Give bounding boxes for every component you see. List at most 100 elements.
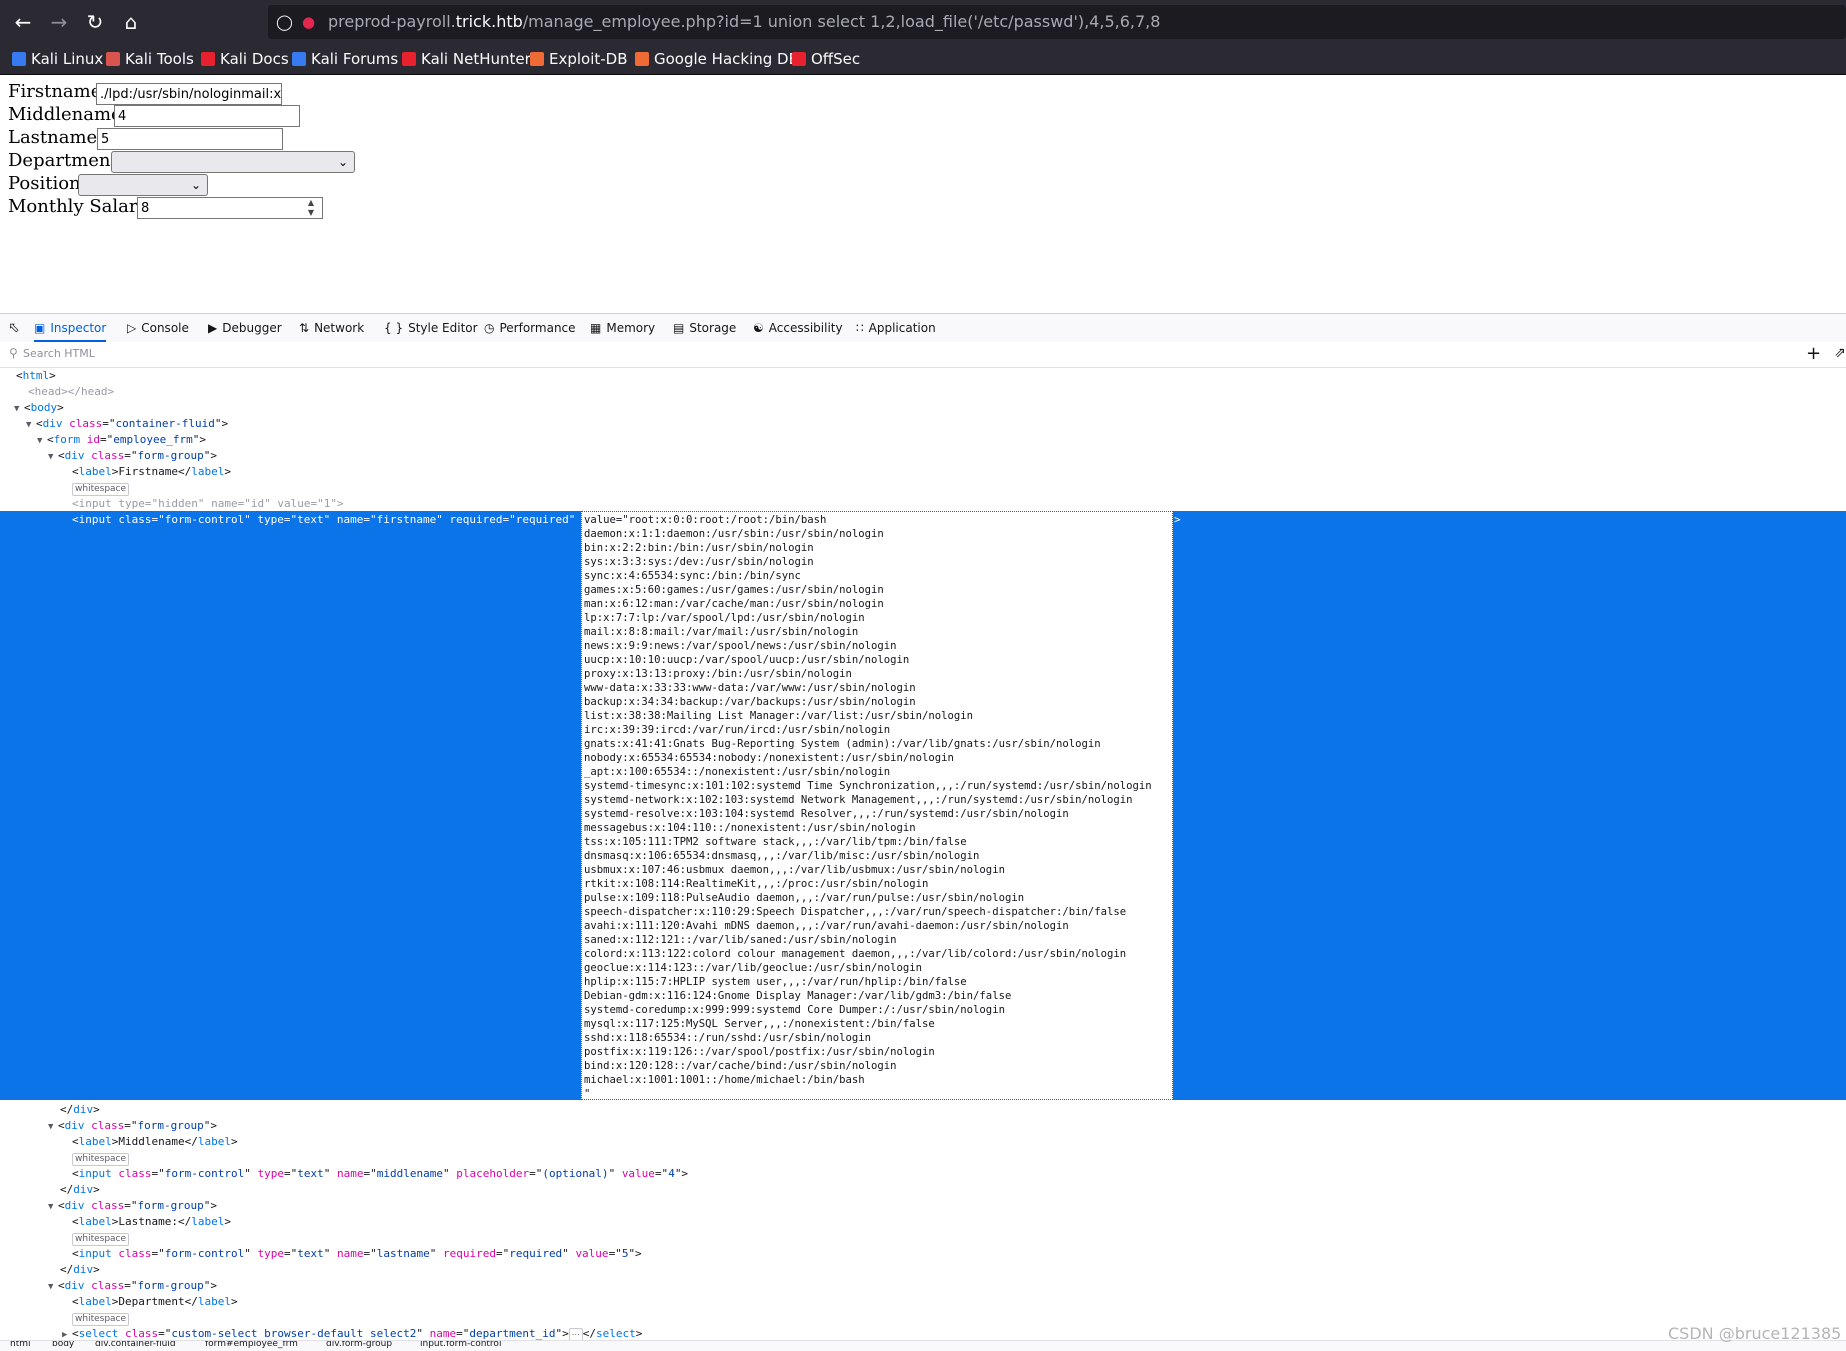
position-select[interactable]: ⌄ xyxy=(78,174,208,196)
url-subdomain: preprod-payroll. xyxy=(328,12,456,31)
back-arrow-icon[interactable]: ← xyxy=(10,10,36,34)
breadcrumb-item[interactable]: input.form-control xyxy=(420,1341,501,1349)
tab-console[interactable]: ▷ Console xyxy=(127,314,189,342)
tree-node-label[interactable]: <label>Middlename</label> xyxy=(72,1134,238,1150)
breadcrumb-item[interactable]: div.container-fluid xyxy=(95,1341,176,1349)
tab-storage[interactable]: ▤ Storage xyxy=(673,314,736,342)
tree-node-body[interactable]: ▼ <body> xyxy=(14,400,64,416)
value-line: list:x:38:38:Mailing List Manager:/var/l… xyxy=(584,710,974,722)
tab-label: Debugger xyxy=(222,321,282,335)
number-spinner-icon[interactable]: ▲ ▼ xyxy=(302,198,320,218)
expand-triangle-icon[interactable]: ▼ xyxy=(26,417,36,433)
tab-style-editor[interactable]: { } Style Editor xyxy=(384,314,478,342)
selected-node-tag: <input class="form-control" type="text" … xyxy=(72,513,576,526)
tree-node-close-div[interactable]: </div> xyxy=(60,1102,100,1118)
tab-network[interactable]: ⇅ Network xyxy=(299,314,364,342)
tree-node-form-group[interactable]: ▼ <div class="form-group"> xyxy=(48,448,217,464)
tree-node-label[interactable]: <label>Firstname</label> xyxy=(72,464,231,480)
expand-triangle-icon[interactable]: ▼ xyxy=(37,433,47,449)
breadcrumb-item[interactable]: body xyxy=(52,1341,74,1349)
eyedropper-icon[interactable]: ⇗ xyxy=(1834,345,1846,361)
breadcrumb-item[interactable]: html xyxy=(10,1341,31,1349)
department-label: Department xyxy=(8,150,118,171)
attribute-value-editor[interactable]: value="root:x:0:0:root:/root:/bin/bash da… xyxy=(581,511,1173,1100)
bookmark-exploit-db[interactable]: Exploit-DB xyxy=(530,48,628,70)
bookmark-label: Kali Linux xyxy=(31,50,104,68)
console-icon: ▷ xyxy=(127,321,137,335)
url-bar[interactable]: ◯ ● preprod-payroll.trick.htb/manage_emp… xyxy=(268,5,1846,39)
tree-node-input[interactable]: <input class="form-control" type="text" … xyxy=(72,1246,642,1262)
tree-node-html[interactable]: <html> xyxy=(16,368,56,384)
tree-node-label[interactable]: <label>Department</label> xyxy=(72,1294,238,1310)
value-line: colord:x:113:122:colord colour managemen… xyxy=(584,948,1127,960)
tree-node-close-div[interactable]: </div> xyxy=(60,1182,100,1198)
breadcrumb-item[interactable]: div.form-group xyxy=(326,1341,392,1349)
tree-node-select[interactable]: ▶ <select class="custom-select browser-de… xyxy=(62,1326,642,1340)
tree-node-input[interactable]: <input class="form-control" type="text" … xyxy=(72,1166,688,1182)
value-line: michael:x:1001:1001::/home/michael:/bin/… xyxy=(584,1074,865,1086)
value-line: messagebus:x:104:110::/nonexistent:/usr/… xyxy=(584,822,916,834)
expand-triangle-icon[interactable]: ▼ xyxy=(48,1119,58,1135)
tab-memory[interactable]: ▦ Memory xyxy=(590,314,655,342)
bookmark-label: Kali Tools xyxy=(125,50,194,68)
watermark: CSDN @bruce121385 xyxy=(1668,1324,1842,1343)
bookmark-google-hacking-db[interactable]: Google Hacking DB xyxy=(635,48,799,70)
tree-node-head[interactable]: <head></head> xyxy=(28,384,114,400)
browser-toolbar: ← → ↻ ⌂ ◯ ● preprod-payroll.trick.htb/ma… xyxy=(0,0,1846,44)
expand-triangle-icon[interactable]: ▼ xyxy=(48,1199,58,1215)
network-icon: ⇅ xyxy=(299,321,310,335)
tab-inspector[interactable]: ▣ Inspector xyxy=(34,314,107,342)
collapsed-triangle-icon[interactable]: ▶ xyxy=(62,1327,72,1340)
department-select[interactable]: ⌄ xyxy=(111,151,355,173)
tab-application[interactable]: ∷ Application xyxy=(856,314,936,342)
tree-node-label[interactable]: <label>Lastname:</label> xyxy=(72,1214,231,1230)
storage-icon: ▤ xyxy=(673,321,685,335)
tab-debugger[interactable]: ▶ Debugger xyxy=(208,314,282,342)
bookmark-offsec[interactable]: OffSec xyxy=(792,48,860,70)
value-line: value="root:x:0:0:root:/root:/bin/bash xyxy=(584,514,827,526)
home-icon[interactable]: ⌂ xyxy=(118,10,144,34)
value-line: gnats:x:41:41:Gnats Bug-Reporting System… xyxy=(584,738,1101,750)
whitespace-badge: whitespace xyxy=(72,1310,130,1326)
lastname-input[interactable]: 5 xyxy=(97,128,283,150)
salary-input[interactable]: 8 xyxy=(137,197,323,219)
value-line: uucp:x:10:10:uucp:/var/spool/uucp:/usr/s… xyxy=(584,654,910,666)
url-text[interactable]: preprod-payroll.trick.htb/manage_employe… xyxy=(328,12,1160,32)
add-node-icon[interactable]: + xyxy=(1806,343,1821,364)
tab-label: Inspector xyxy=(50,321,107,335)
tree-node-container[interactable]: ▼ <div class="container-fluid"> xyxy=(26,416,228,432)
tree-node-hidden-input[interactable]: <input type="hidden" name="id" value="1"… xyxy=(72,496,344,512)
tab-label: Application xyxy=(868,321,936,335)
bookmark-kali-forums[interactable]: Kali Forums xyxy=(292,48,398,70)
tree-node-form[interactable]: ▼ <form id="employee_frm"> xyxy=(37,432,206,448)
bookmark-kali-tools[interactable]: Kali Tools xyxy=(106,48,194,70)
shield-icon[interactable]: ◯ xyxy=(276,13,293,31)
middlename-input[interactable]: 4 xyxy=(114,105,300,127)
tree-node-form-group[interactable]: ▼ <div class="form-group"> xyxy=(48,1278,217,1294)
tree-node-form-group[interactable]: ▼ <div class="form-group"> xyxy=(48,1198,217,1214)
markup-tree: <html> <head></head> ▼ <body> ▼ <div class… xyxy=(0,368,1846,1340)
tree-node-form-group[interactable]: ▼ <div class="form-group"> xyxy=(48,1118,217,1134)
expand-triangle-icon[interactable]: ▼ xyxy=(14,401,24,417)
value-line: www-data:x:33:33:www-data:/var/www:/usr/… xyxy=(584,682,916,694)
tab-performance[interactable]: ◷ Performance xyxy=(484,314,576,342)
reload-icon[interactable]: ↻ xyxy=(82,10,108,34)
value-line: avahi:x:111:120:Avahi mDNS daemon,,,:/va… xyxy=(584,920,1069,932)
breadcrumb-item[interactable]: form#employee_frm xyxy=(205,1341,298,1349)
value-line: irc:x:39:39:ircd:/var/run/ircd:/usr/sbin… xyxy=(584,724,891,736)
tree-node-close-div[interactable]: </div> xyxy=(60,1262,100,1278)
bookmark-favicon-icon xyxy=(792,52,806,66)
bookmark-kali-docs[interactable]: Kali Docs xyxy=(201,48,289,70)
expand-triangle-icon[interactable]: ▼ xyxy=(48,449,58,465)
expand-triangle-icon[interactable]: ▼ xyxy=(48,1279,58,1295)
tab-accessibility[interactable]: ☯ Accessibility xyxy=(753,314,843,342)
element-picker-icon[interactable]: ⬁ xyxy=(8,314,20,342)
insecure-lock-icon[interactable]: ● xyxy=(302,13,315,31)
search-html-input[interactable]: Search HTML xyxy=(23,347,95,360)
value-line: proxy:x:13:13:proxy:/bin:/usr/sbin/nolog… xyxy=(584,668,852,680)
forward-arrow-icon[interactable]: → xyxy=(46,10,72,34)
bookmark-kali-linux[interactable]: Kali Linux xyxy=(12,48,103,70)
value-line: sync:x:4:65534:sync:/bin:/bin/sync xyxy=(584,570,801,582)
bookmark-kali-nethunter[interactable]: Kali NetHunter xyxy=(402,48,531,70)
firstname-input[interactable]: ./lpd:/usr/sbin/nologinmail:x:8 xyxy=(96,83,282,105)
